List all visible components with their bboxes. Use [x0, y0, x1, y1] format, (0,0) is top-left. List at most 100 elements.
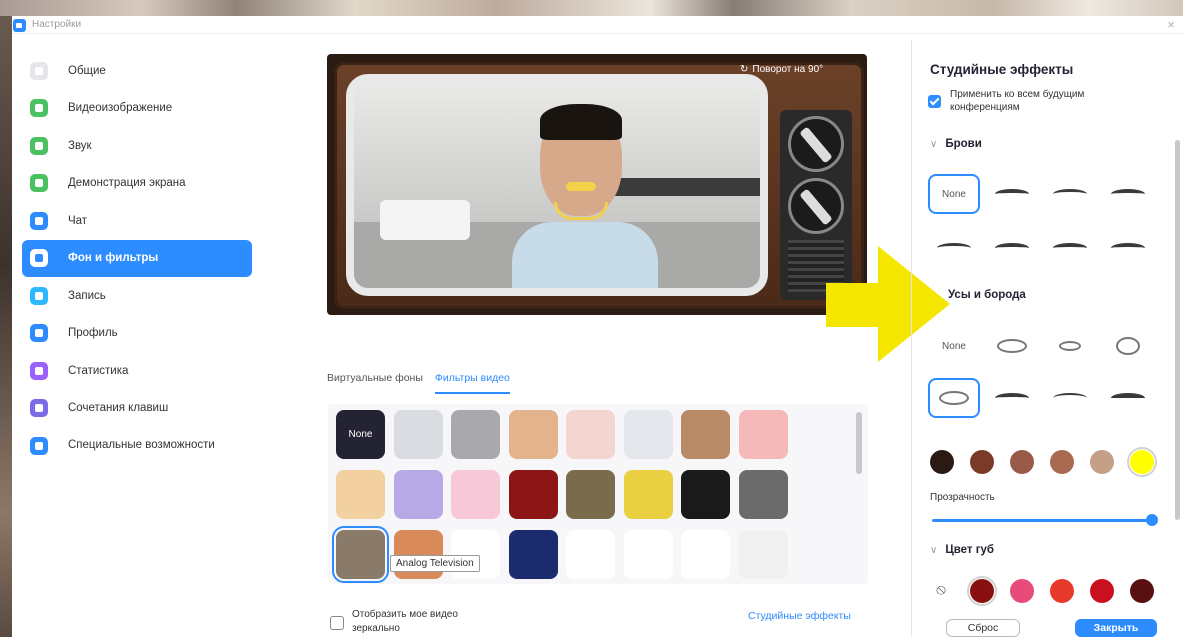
beard-color-swatch[interactable] [1050, 450, 1074, 474]
beard-option[interactable] [1044, 378, 1096, 418]
settings-window: Настройки × Общие Видеоизображение Звук … [0, 0, 1183, 637]
eyebrow-option[interactable] [928, 228, 980, 268]
no-color-icon[interactable]: ⦸ [931, 580, 951, 600]
general-icon [30, 61, 48, 80]
eyebrow-option[interactable] [1102, 228, 1154, 268]
sidebar-item-general[interactable]: Общие [22, 52, 262, 90]
beard-option[interactable] [1102, 326, 1154, 366]
eyebrow-option[interactable] [1044, 228, 1096, 268]
lip-color-swatch[interactable] [967, 576, 997, 606]
filters-scrollbar[interactable] [856, 412, 862, 474]
lip-color-swatch[interactable] [1050, 579, 1074, 603]
keyboard-icon [30, 399, 48, 418]
sidebar-item-label: Запись [68, 289, 106, 302]
filter-tile[interactable] [623, 530, 673, 579]
opacity-slider-handle[interactable] [1146, 514, 1158, 526]
moustache-beard-label: Усы и борода [948, 289, 1026, 301]
sidebar-item-profile[interactable]: Профиль [22, 315, 262, 353]
sidebar-item-label: Специальные возможности [68, 439, 215, 452]
filter-tile[interactable] [566, 470, 615, 519]
filter-tile[interactable] [393, 470, 443, 519]
filter-tile[interactable] [451, 410, 500, 459]
sidebar-item-label: Фон и фильтры [68, 252, 159, 265]
filter-tile[interactable] [393, 410, 443, 459]
beard-option-selected[interactable] [928, 378, 980, 418]
filter-tile[interactable] [681, 410, 730, 459]
person-in-video [512, 102, 658, 288]
section-moustache-beard[interactable]: Усы и борода [948, 289, 1026, 301]
beard-option[interactable] [986, 378, 1038, 418]
sidebar-item-audio[interactable]: Звук [22, 127, 262, 165]
opacity-slider-track[interactable] [932, 519, 1152, 522]
beard-icon [997, 339, 1027, 353]
eyebrow-option-none[interactable]: None [928, 174, 980, 214]
sidebar-item-recording[interactable]: Запись [22, 277, 262, 315]
mirror-video-checkbox[interactable] [330, 616, 344, 630]
none-label: None [942, 188, 966, 200]
filter-analog-television[interactable] [332, 526, 389, 583]
sidebar-item-background-filters[interactable]: Фон и фильтры [22, 239, 252, 277]
sidebar-item-accessibility[interactable]: Специальные возможности [22, 427, 262, 465]
sidebar-item-shortcuts[interactable]: Сочетания клавиш [22, 390, 262, 428]
beard-option-none[interactable]: None [928, 326, 980, 366]
filter-tile[interactable] [738, 530, 788, 579]
filter-tile[interactable] [451, 470, 500, 519]
settings-sidebar: Общие Видеоизображение Звук Демонстрация… [22, 52, 262, 465]
sidebar-item-label: Демонстрация экрана [68, 177, 186, 190]
filter-tile[interactable] [508, 410, 558, 459]
lip-color-swatch[interactable] [1010, 579, 1034, 603]
eyebrow-option[interactable] [986, 174, 1038, 214]
close-button[interactable]: Закрыть [1075, 619, 1157, 637]
beard-option[interactable] [986, 326, 1038, 366]
sidebar-item-video[interactable]: Видеоизображение [22, 90, 262, 128]
tab-video-filters[interactable]: Фильтры видео [434, 372, 510, 394]
reset-button[interactable]: Сброс [946, 619, 1020, 637]
filter-tile[interactable] [681, 470, 730, 519]
filter-tile[interactable] [623, 470, 673, 519]
eyebrow-option[interactable] [1044, 174, 1096, 214]
chevron-down-icon: ∨ [930, 545, 938, 556]
beard-color-swatch[interactable] [1090, 450, 1114, 474]
filter-tile[interactable] [566, 410, 615, 459]
beard-color-swatch[interactable] [1010, 450, 1034, 474]
sidebar-item-statistics[interactable]: Статистика [22, 352, 262, 390]
lip-color-swatch[interactable] [1090, 579, 1114, 603]
beard-icon [1116, 337, 1140, 355]
filter-tile[interactable] [508, 470, 558, 519]
mirror-video-label: Отобразить мое видео зеркально [352, 609, 458, 634]
eyebrows-label: Брови [945, 138, 982, 150]
window-title: Настройки [32, 19, 82, 30]
filter-tile[interactable] [566, 530, 615, 579]
filter-tile[interactable] [336, 470, 385, 519]
rotate-button[interactable]: ↻ Поворот на 90° [740, 64, 823, 75]
right-panel-scrollbar[interactable] [1175, 140, 1180, 520]
eyebrow-option[interactable] [1102, 174, 1154, 214]
sidebar-item-share-screen[interactable]: Демонстрация экрана [22, 165, 262, 203]
background-photo-strip [0, 0, 1183, 16]
section-lip-color[interactable]: ∨ Цвет губ [930, 544, 994, 556]
beard-color-swatch[interactable] [1127, 447, 1157, 477]
filter-tile[interactable] [681, 530, 730, 579]
sidebar-item-chat[interactable]: Чат [22, 202, 262, 240]
studio-effects-link[interactable]: Студийные эффекты [748, 610, 851, 622]
filter-tile[interactable] [738, 470, 788, 519]
close-icon[interactable]: × [1167, 17, 1175, 32]
beard-option[interactable] [1044, 326, 1096, 366]
statistics-icon [30, 361, 48, 380]
beard-color-swatch[interactable] [930, 450, 954, 474]
background-tabs: Виртуальные фоны Фильтры видео [327, 372, 510, 394]
lip-color-swatch[interactable] [1130, 579, 1154, 603]
section-eyebrows[interactable]: ∨ Брови [930, 138, 982, 150]
filter-tile[interactable] [738, 410, 788, 459]
yellow-beard-effect [554, 202, 608, 220]
eyebrow-option[interactable] [986, 228, 1038, 268]
filter-tile[interactable] [623, 410, 673, 459]
filter-none[interactable]: None [336, 410, 385, 459]
beard-color-swatch[interactable] [970, 450, 994, 474]
tab-virtual-backgrounds[interactable]: Виртуальные фоны [327, 372, 423, 394]
sidebar-item-label: Профиль [68, 327, 118, 340]
beard-option[interactable] [1102, 378, 1154, 418]
sidebar-item-label: Звук [68, 139, 92, 152]
filter-tile[interactable] [508, 530, 558, 579]
apply-all-checkbox[interactable] [928, 95, 941, 108]
